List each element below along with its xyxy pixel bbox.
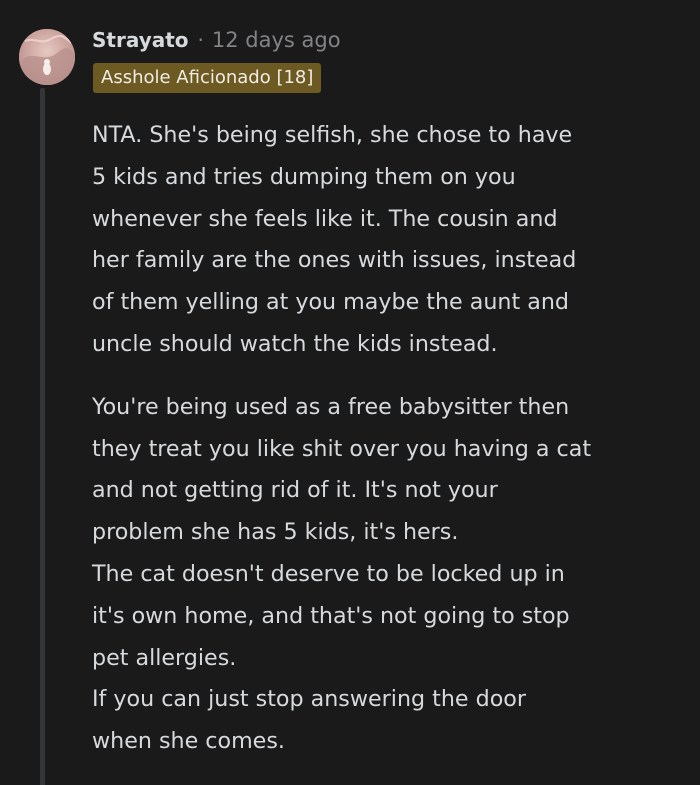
user-flair-badge: Asshole Aficionado [18] (93, 63, 322, 93)
user-avatar[interactable] (19, 29, 75, 85)
comment-paragraph: You're being used as a free babysitter t… (92, 393, 592, 755)
comment-body: NTA. She's being selfish, she chose to h… (92, 115, 692, 763)
comment-meta: Strayato · 12 days ago (92, 22, 341, 58)
avatar-image (19, 29, 75, 85)
timestamp[interactable]: 12 days ago (212, 28, 341, 52)
comment-paragraph: NTA. She's being selfish, she chose to h… (92, 122, 577, 357)
meta-separator: · (197, 28, 204, 52)
username-link[interactable]: Strayato (92, 28, 189, 52)
thread-line[interactable] (40, 88, 45, 785)
comment: Strayato · 12 days ago Asshole Aficionad… (0, 0, 700, 785)
